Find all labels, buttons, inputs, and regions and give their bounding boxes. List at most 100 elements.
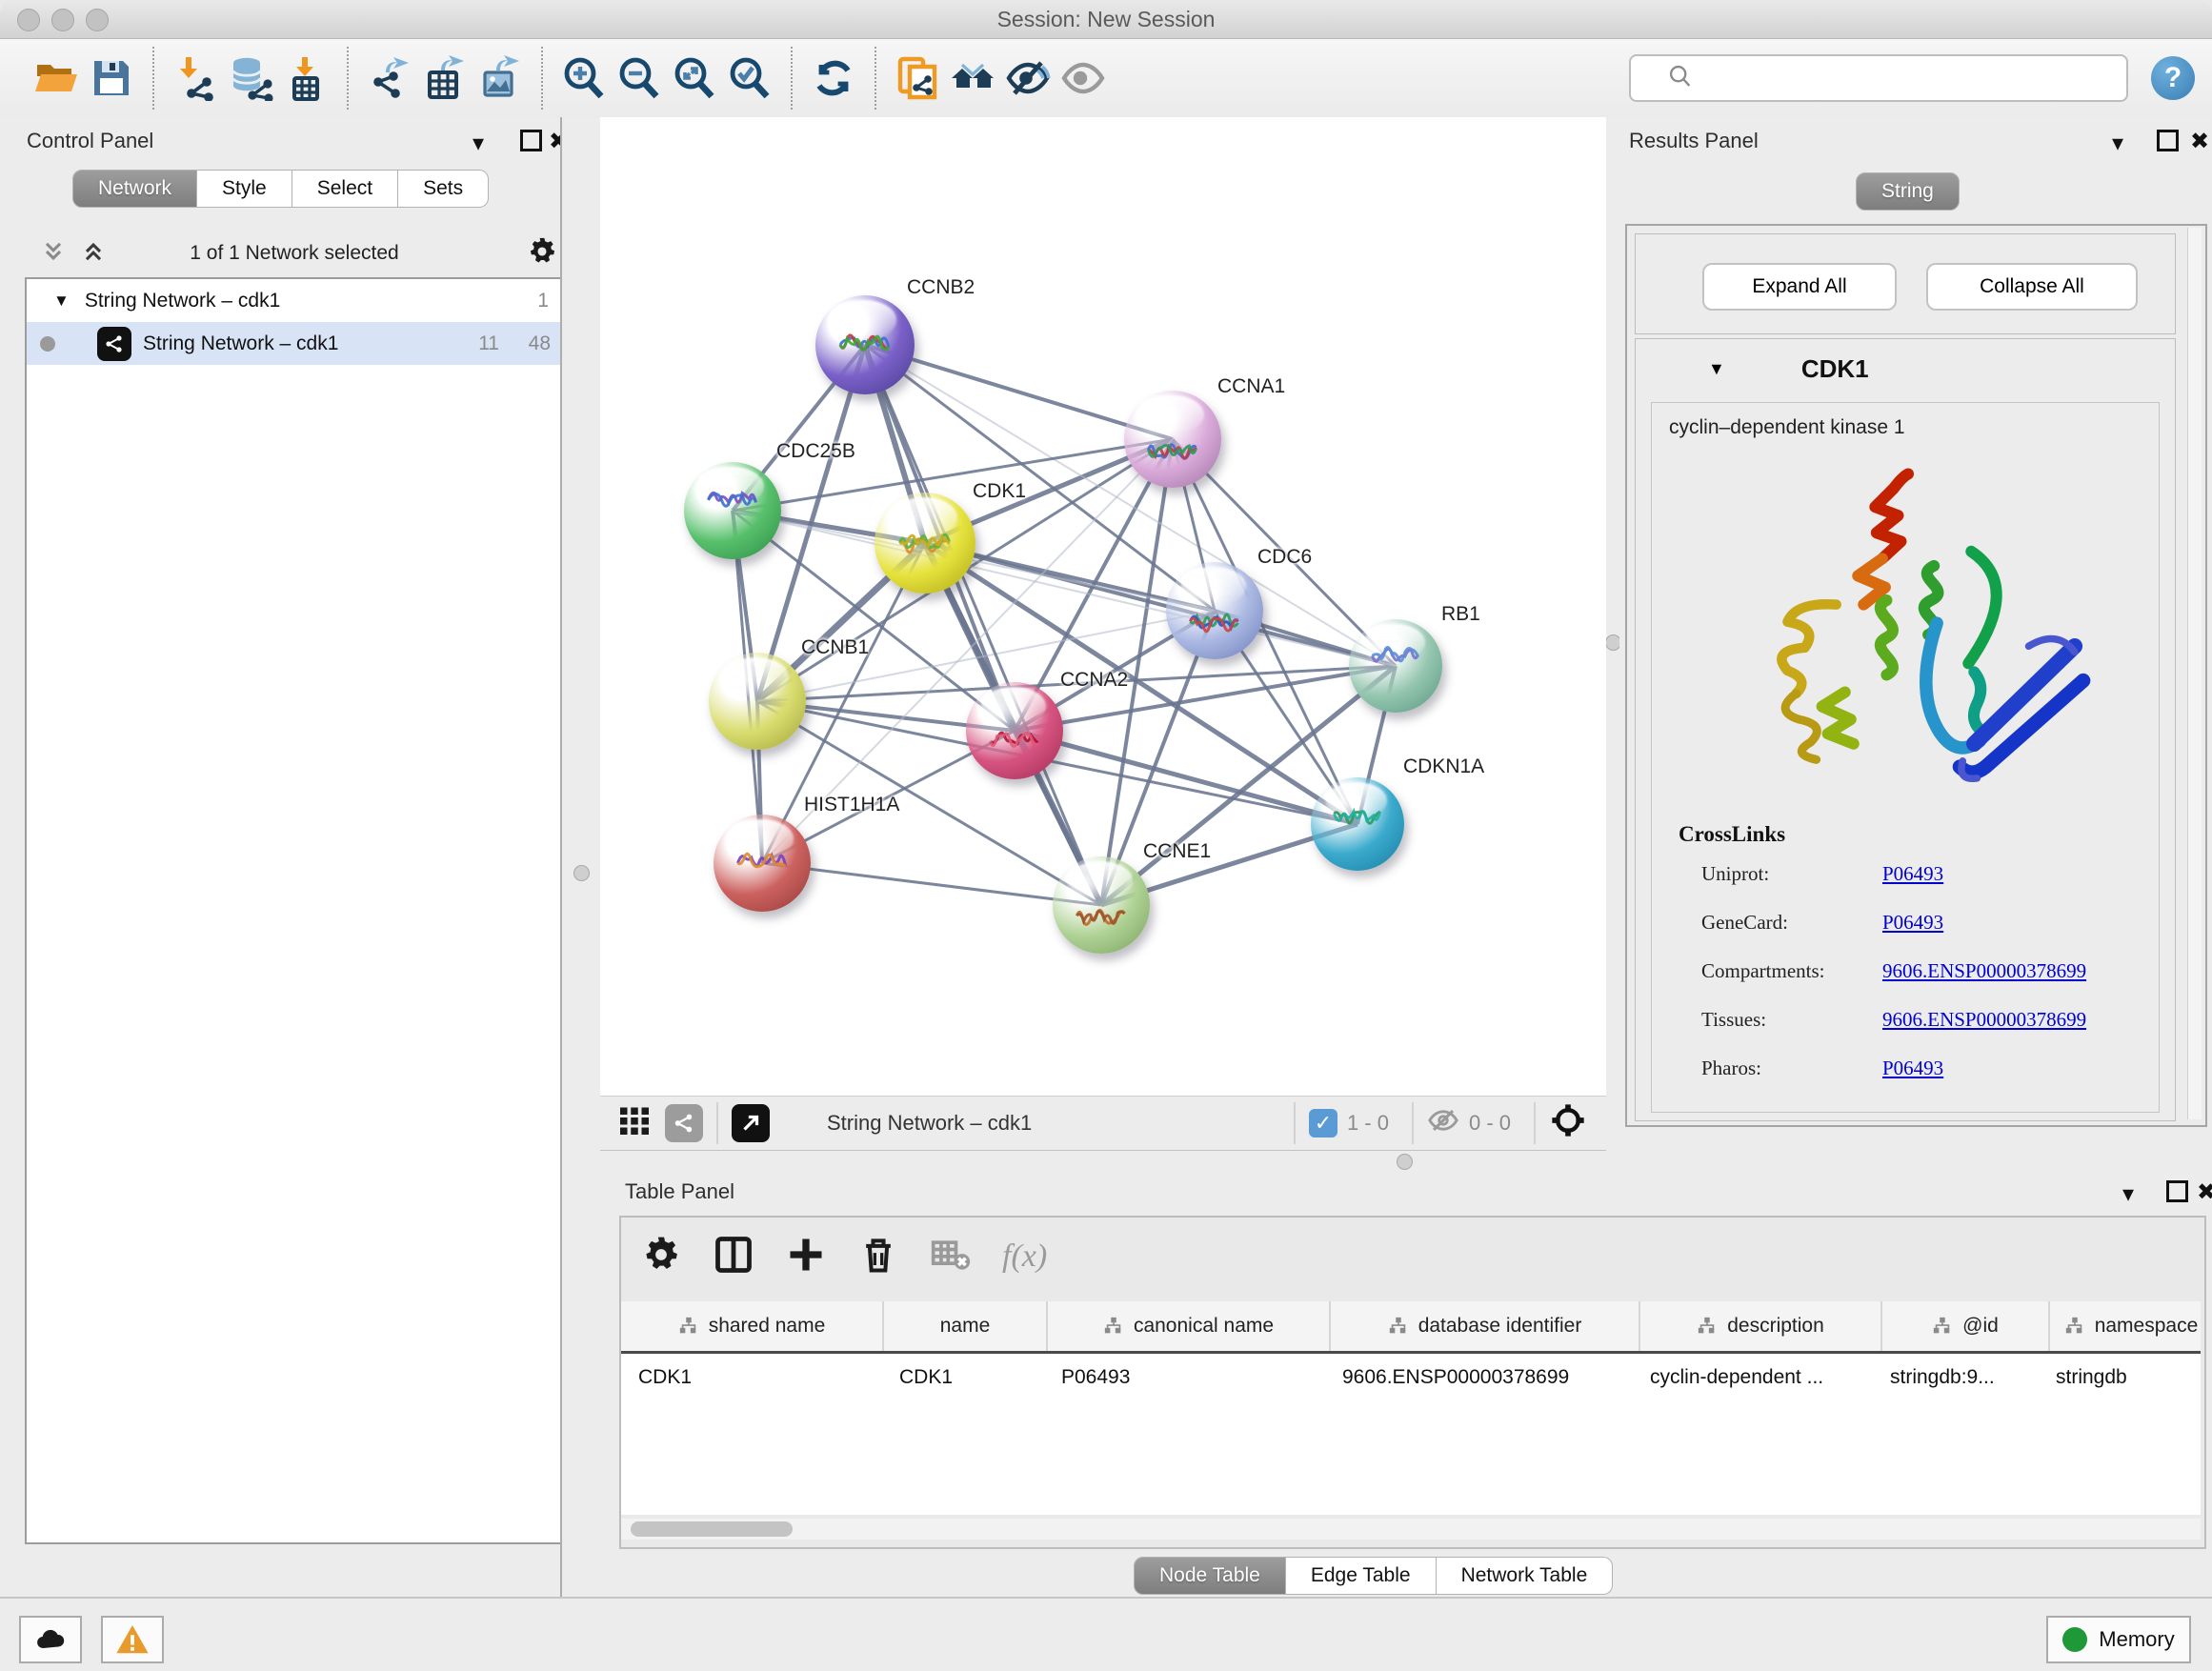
zoom-fit-button[interactable] <box>667 47 722 110</box>
tab-string[interactable]: String <box>1856 172 1960 211</box>
results-scrollbar[interactable] <box>2187 228 2202 1119</box>
tab-edge-table[interactable]: Edge Table <box>1286 1557 1437 1595</box>
crosshair-icon[interactable] <box>1549 1101 1587 1145</box>
cell-name[interactable]: CDK1 <box>882 1354 1044 1401</box>
network-row[interactable]: String Network – cdk1 11 48 <box>27 322 566 365</box>
edge-CDK1-RB1[interactable] <box>925 543 1396 666</box>
crosslink-link[interactable]: P06493 <box>1882 1057 1943 1080</box>
tab-select[interactable]: Select <box>292 170 398 208</box>
table-row[interactable]: CDK1CDK1P064939606.ENSP00000378699cyclin… <box>621 1354 2201 1402</box>
collapse-arrow-icon[interactable]: ▼ <box>53 292 70 311</box>
network-collection-row[interactable]: ▼ String Network – cdk1 1 <box>27 279 566 322</box>
splitter-handle-icon[interactable] <box>573 865 590 881</box>
collapse-panel-icon[interactable]: ▾ <box>2122 1183 2134 1206</box>
crosslink-link[interactable]: 9606.ENSP00000378699 <box>1882 1008 2086 1032</box>
memory-button[interactable]: Memory <box>2046 1616 2191 1663</box>
protein-thumbnail-icon <box>815 295 915 394</box>
open-session-button[interactable] <box>29 47 84 110</box>
column-header-database-identifier[interactable]: database identifier <box>1331 1301 1640 1351</box>
node-CCNA1[interactable] <box>1124 391 1221 488</box>
tab-network-table[interactable]: Network Table <box>1437 1557 1614 1595</box>
column-header-description[interactable]: description <box>1640 1301 1882 1351</box>
node-CDKN1A[interactable] <box>1311 777 1404 871</box>
zoom-out-button[interactable] <box>612 47 667 110</box>
grid-view-icon[interactable] <box>617 1103 652 1143</box>
float-panel-icon[interactable] <box>520 130 542 156</box>
save-session-button[interactable] <box>84 47 139 110</box>
float-panel-icon[interactable] <box>2166 1180 2188 1207</box>
network-canvas[interactable]: CCNB2CCNA1CDC25BCDK1CDC6RB1CCNB1CCNA2CDK… <box>600 117 1606 1096</box>
node-CDK1[interactable] <box>875 493 975 594</box>
crosslink-link[interactable]: P06493 <box>1882 911 1943 935</box>
home-button[interactable] <box>945 47 1000 110</box>
table-hscrollbar[interactable] <box>621 1519 2201 1540</box>
refresh-layout-button[interactable] <box>806 47 861 110</box>
eye-button[interactable] <box>1056 47 1111 110</box>
cell-shared-name[interactable]: CDK1 <box>621 1354 882 1401</box>
zoom-in-button[interactable] <box>556 47 612 110</box>
node-CCNB1[interactable] <box>709 653 806 750</box>
node-CDC25B[interactable] <box>684 462 781 559</box>
cell-description[interactable]: cyclin-dependent ... <box>1633 1354 1873 1401</box>
delete-column-icon[interactable] <box>857 1234 899 1280</box>
node-HIST1H1A[interactable] <box>714 815 811 912</box>
gear-icon[interactable] <box>640 1234 682 1280</box>
vertical-splitter-left[interactable] <box>560 117 602 1597</box>
copy-network-button[interactable] <box>890 47 945 110</box>
cell-namespace[interactable]: stringdb <box>2039 1354 2201 1401</box>
crosslink-link[interactable]: P06493 <box>1882 862 1943 886</box>
protein-section-header[interactable]: ▼ CDK1 <box>1636 339 2175 398</box>
column-header-shared-name[interactable]: shared name <box>621 1301 884 1351</box>
import-table-button[interactable] <box>278 47 333 110</box>
edge-CCNE1-HIST1H1A[interactable] <box>762 863 1101 905</box>
tab-node-table[interactable]: Node Table <box>1134 1557 1286 1595</box>
function-builder-icon[interactable]: f(x) <box>1002 1238 1047 1275</box>
tab-style[interactable]: Style <box>197 170 292 208</box>
splitter-handle-icon[interactable] <box>1397 1154 1413 1170</box>
collapse-all-button[interactable]: Collapse All <box>1926 263 2138 311</box>
birdseye-view-icon[interactable] <box>732 1104 770 1142</box>
import-network-file-button[interactable] <box>168 47 223 110</box>
search-input[interactable] <box>1629 54 2128 102</box>
tab-sets[interactable]: Sets <box>398 170 489 208</box>
cell-canonical-name[interactable]: P06493 <box>1044 1354 1325 1401</box>
crosslink-link[interactable]: 9606.ENSP00000378699 <box>1882 959 2086 983</box>
help-button[interactable]: ? <box>2151 56 2195 100</box>
collapse-panel-icon[interactable]: ▾ <box>2112 132 2123 155</box>
gear-icon[interactable] <box>526 235 558 272</box>
eye-slash-button[interactable] <box>1000 47 1056 110</box>
cloud-button[interactable] <box>19 1616 82 1663</box>
node-CCNA2[interactable] <box>966 682 1063 779</box>
node-CCNE1[interactable] <box>1053 856 1150 954</box>
column-header-@id[interactable]: @id <box>1882 1301 2050 1351</box>
edge-CCNE1-CCNB2[interactable] <box>865 345 1101 905</box>
collapse-arrow-icon[interactable]: ▼ <box>1708 359 1725 379</box>
node-RB1[interactable] <box>1349 619 1442 713</box>
close-panel-icon[interactable]: ✖ <box>2190 131 2209 153</box>
export-image-button[interactable] <box>473 47 528 110</box>
cell-@id[interactable]: stringdb:9... <box>1873 1354 2039 1401</box>
tab-network[interactable]: Network <box>72 170 197 208</box>
show-columns-icon[interactable] <box>713 1234 754 1280</box>
export-table-button[interactable] <box>417 47 473 110</box>
expand-all-button[interactable]: Expand All <box>1702 263 1897 311</box>
zoom-selected-button[interactable] <box>722 47 777 110</box>
selected-checkbox[interactable]: ✓ <box>1309 1109 1337 1137</box>
hidden-eye-slash-icon[interactable] <box>1427 1104 1459 1142</box>
export-network-button[interactable] <box>362 47 417 110</box>
delete-table-icon[interactable] <box>930 1234 972 1280</box>
add-column-icon[interactable] <box>785 1234 827 1280</box>
warning-button[interactable] <box>101 1616 164 1663</box>
string-view-icon[interactable] <box>665 1104 703 1142</box>
float-panel-icon[interactable] <box>2157 130 2179 156</box>
node-CDC6[interactable] <box>1166 562 1263 659</box>
scrollbar-thumb[interactable] <box>631 1521 793 1537</box>
column-header-namespace[interactable]: namespace <box>2050 1301 2212 1351</box>
close-panel-icon[interactable]: ✖ <box>2197 1181 2212 1204</box>
column-header-name[interactable]: name <box>884 1301 1048 1351</box>
collapse-panel-icon[interactable]: ▾ <box>473 132 484 155</box>
import-network-database-button[interactable] <box>223 47 278 110</box>
column-header-canonical-name[interactable]: canonical name <box>1048 1301 1331 1351</box>
node-CCNB2[interactable] <box>815 295 915 394</box>
cell-database-identifier[interactable]: 9606.ENSP00000378699 <box>1325 1354 1633 1401</box>
